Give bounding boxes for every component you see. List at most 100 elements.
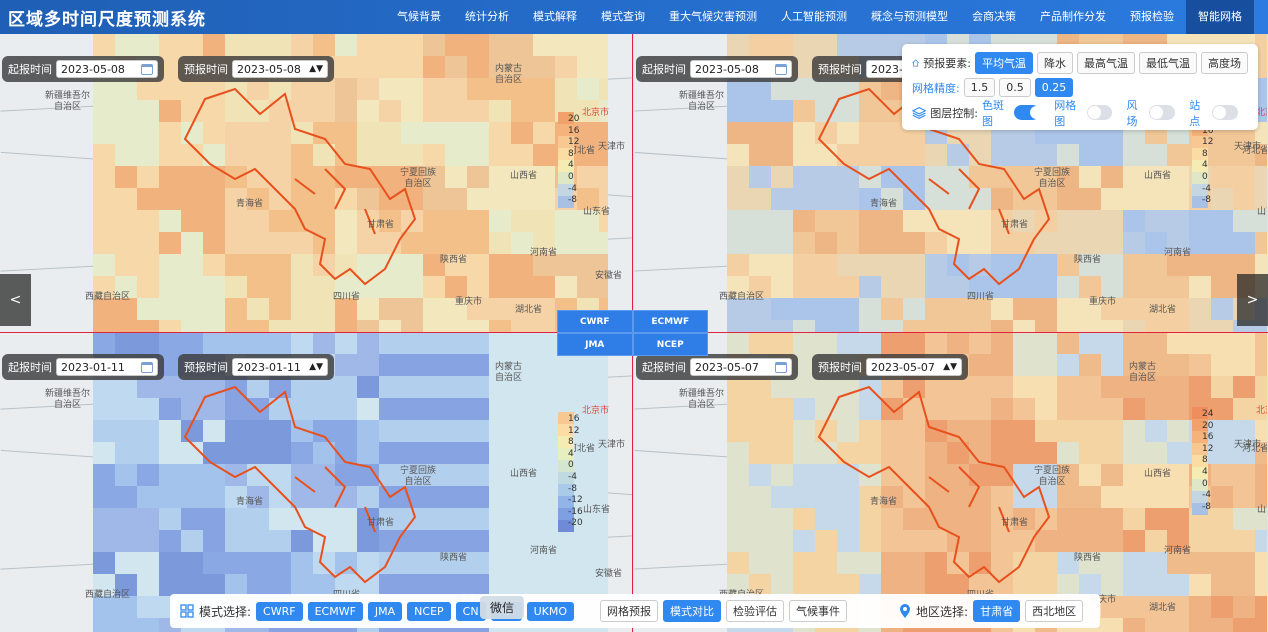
- grid-cell: [401, 332, 423, 354]
- grid-cell: [727, 398, 749, 420]
- grid-cell: [727, 232, 749, 254]
- region-select-label: 地区选择:: [916, 604, 969, 619]
- grid-cell: [203, 34, 225, 56]
- forecast-map-4[interactable]: 新疆维吾尔 自治区内蒙古 自治区北京市天津市宁夏回族 自治区山西省青海省甘肃省山…: [634, 332, 1267, 632]
- house-icon: [912, 58, 920, 66]
- element-button[interactable]: 高度场: [1201, 51, 1248, 74]
- legend-value: -8: [1202, 195, 1211, 206]
- grid-cell: [1167, 276, 1189, 298]
- model-button[interactable]: UKMO: [526, 601, 575, 621]
- element-button[interactable]: 最低气温: [1139, 51, 1197, 74]
- grid-cell: [1167, 332, 1189, 354]
- layer-toggle[interactable]: [1212, 105, 1238, 120]
- nav-item[interactable]: 人工智能预测: [769, 0, 859, 34]
- nav-item[interactable]: 智能网格: [1186, 0, 1254, 34]
- grid-cell: [727, 210, 749, 232]
- region-button[interactable]: 西北地区: [1025, 600, 1084, 622]
- grid-cell: [1211, 332, 1233, 354]
- prev-arrow-button[interactable]: <: [0, 274, 31, 326]
- grid-cell: [555, 232, 577, 254]
- grid-cell: [137, 420, 159, 442]
- forecast-date-select[interactable]: 2023-05-08 ▲▼: [232, 60, 328, 78]
- next-arrow-button[interactable]: >: [1237, 274, 1268, 326]
- grid-cell: [357, 320, 379, 332]
- start-date-input[interactable]: 2023-05-07: [690, 358, 792, 376]
- grid-cell: [467, 122, 489, 144]
- calendar-icon[interactable]: [775, 361, 787, 373]
- grid-cell: [115, 398, 137, 420]
- nav-item[interactable]: 模式解释: [521, 0, 589, 34]
- model-button[interactable]: NCEP: [407, 601, 451, 621]
- nav-item[interactable]: 气候背景: [385, 0, 453, 34]
- calendar-icon[interactable]: [141, 361, 153, 373]
- grid-cell: [379, 320, 401, 332]
- grid-cell: [925, 332, 947, 354]
- start-date-input[interactable]: 2023-05-08: [690, 60, 792, 78]
- grid-cell: [357, 34, 379, 56]
- select-arrows-icon: ▲▼: [309, 64, 323, 74]
- mode-button[interactable]: 气候事件: [789, 600, 848, 622]
- grid-cell: [749, 188, 771, 210]
- start-date-input[interactable]: 2023-01-11: [56, 358, 158, 376]
- grid-cell: [115, 332, 137, 354]
- mode-button[interactable]: 模式对比: [663, 600, 722, 622]
- mode-button[interactable]: 网格预报: [600, 600, 659, 622]
- forecast-date-select[interactable]: 2023-05-07 ▲▼: [866, 358, 962, 376]
- grid-cell: [489, 442, 511, 464]
- calendar-icon[interactable]: [141, 63, 153, 75]
- grid-cell: [93, 188, 115, 210]
- nav-item[interactable]: 预报检验: [1118, 0, 1186, 34]
- forecast-map-1[interactable]: 新疆维吾尔 自治区 内蒙古 自治区 北京市 天津市 宁夏回族 自治区 山西省 青海省 甘肃省 山…: [0, 34, 633, 332]
- element-button[interactable]: 最高气温: [1077, 51, 1135, 74]
- nav-item[interactable]: 模式查询: [589, 0, 657, 34]
- grid-cell: [93, 332, 115, 354]
- grid-precision-button[interactable]: 1.5: [963, 78, 996, 97]
- forecast-map-3[interactable]: 新疆维吾尔 自治区 内蒙古 自治区 北京市 天津市 宁夏回族 自治区 山西省 青海省 甘肃省 山…: [0, 332, 633, 632]
- model-button[interactable]: CWRF: [256, 601, 303, 621]
- forecast-date-select[interactable]: 2023-01-11 ▲▼: [232, 358, 328, 376]
- grid-cell: [115, 442, 137, 464]
- grid-precision-button[interactable]: 0.25: [1034, 78, 1074, 97]
- grid-cell: [903, 298, 925, 320]
- region-button[interactable]: 甘肃省: [973, 600, 1021, 622]
- grid-cell: [881, 332, 903, 354]
- grid-cell: [467, 332, 489, 354]
- grid-cell: [771, 420, 793, 442]
- place-label-neimeng: 内蒙古 自治区: [495, 64, 523, 85]
- grid-cell: [115, 320, 137, 332]
- nav-item[interactable]: 产品制作分发: [1028, 0, 1118, 34]
- grid-precision-button[interactable]: 0.5: [999, 78, 1031, 97]
- place-label-gansu: 甘肃省: [367, 220, 395, 230]
- layer-toggle[interactable]: [1149, 105, 1176, 120]
- grid-cell: [533, 34, 555, 56]
- mode-button[interactable]: 检验评估: [726, 600, 785, 622]
- nav-item[interactable]: 统计分析: [453, 0, 521, 34]
- grid-cell: [181, 332, 203, 354]
- grid-cell: [533, 122, 555, 144]
- nav-item[interactable]: 重大气候灾害预测: [657, 0, 769, 34]
- layer-name: 风场: [1126, 98, 1138, 128]
- grid-cell: [137, 254, 159, 276]
- calendar-icon[interactable]: [775, 63, 787, 75]
- grid-cell: [555, 376, 577, 398]
- grid-cell: [1211, 188, 1233, 210]
- legend-labels: 201612840-4-8: [568, 114, 579, 207]
- bottom-toolbar: 模式选择: CWRFECMWFJMANCEPCNMAUKMO 网格预报模式对比检…: [170, 594, 1100, 628]
- grid-cell: [137, 100, 159, 122]
- start-date-input[interactable]: 2023-05-08: [56, 60, 158, 78]
- nav-item[interactable]: 概念与预测模型: [859, 0, 960, 34]
- place-label-neimeng: 内蒙古 自治区: [1129, 362, 1157, 383]
- grid-cell: [137, 276, 159, 298]
- nav-item[interactable]: 会商决策: [960, 0, 1028, 34]
- model-button[interactable]: ECMWF: [307, 601, 363, 621]
- layer-toggle[interactable]: [1086, 105, 1113, 120]
- grid-cell: [159, 298, 181, 320]
- grid-cell: [1233, 166, 1255, 188]
- grid-cell: [1145, 442, 1167, 464]
- grid-cell: [1101, 320, 1123, 332]
- layer-toggle[interactable]: [1014, 105, 1044, 120]
- element-button[interactable]: 平均气温: [975, 51, 1033, 74]
- model-button[interactable]: JMA: [367, 601, 403, 621]
- element-button[interactable]: 降水: [1037, 51, 1073, 74]
- grid-cell: [749, 122, 771, 144]
